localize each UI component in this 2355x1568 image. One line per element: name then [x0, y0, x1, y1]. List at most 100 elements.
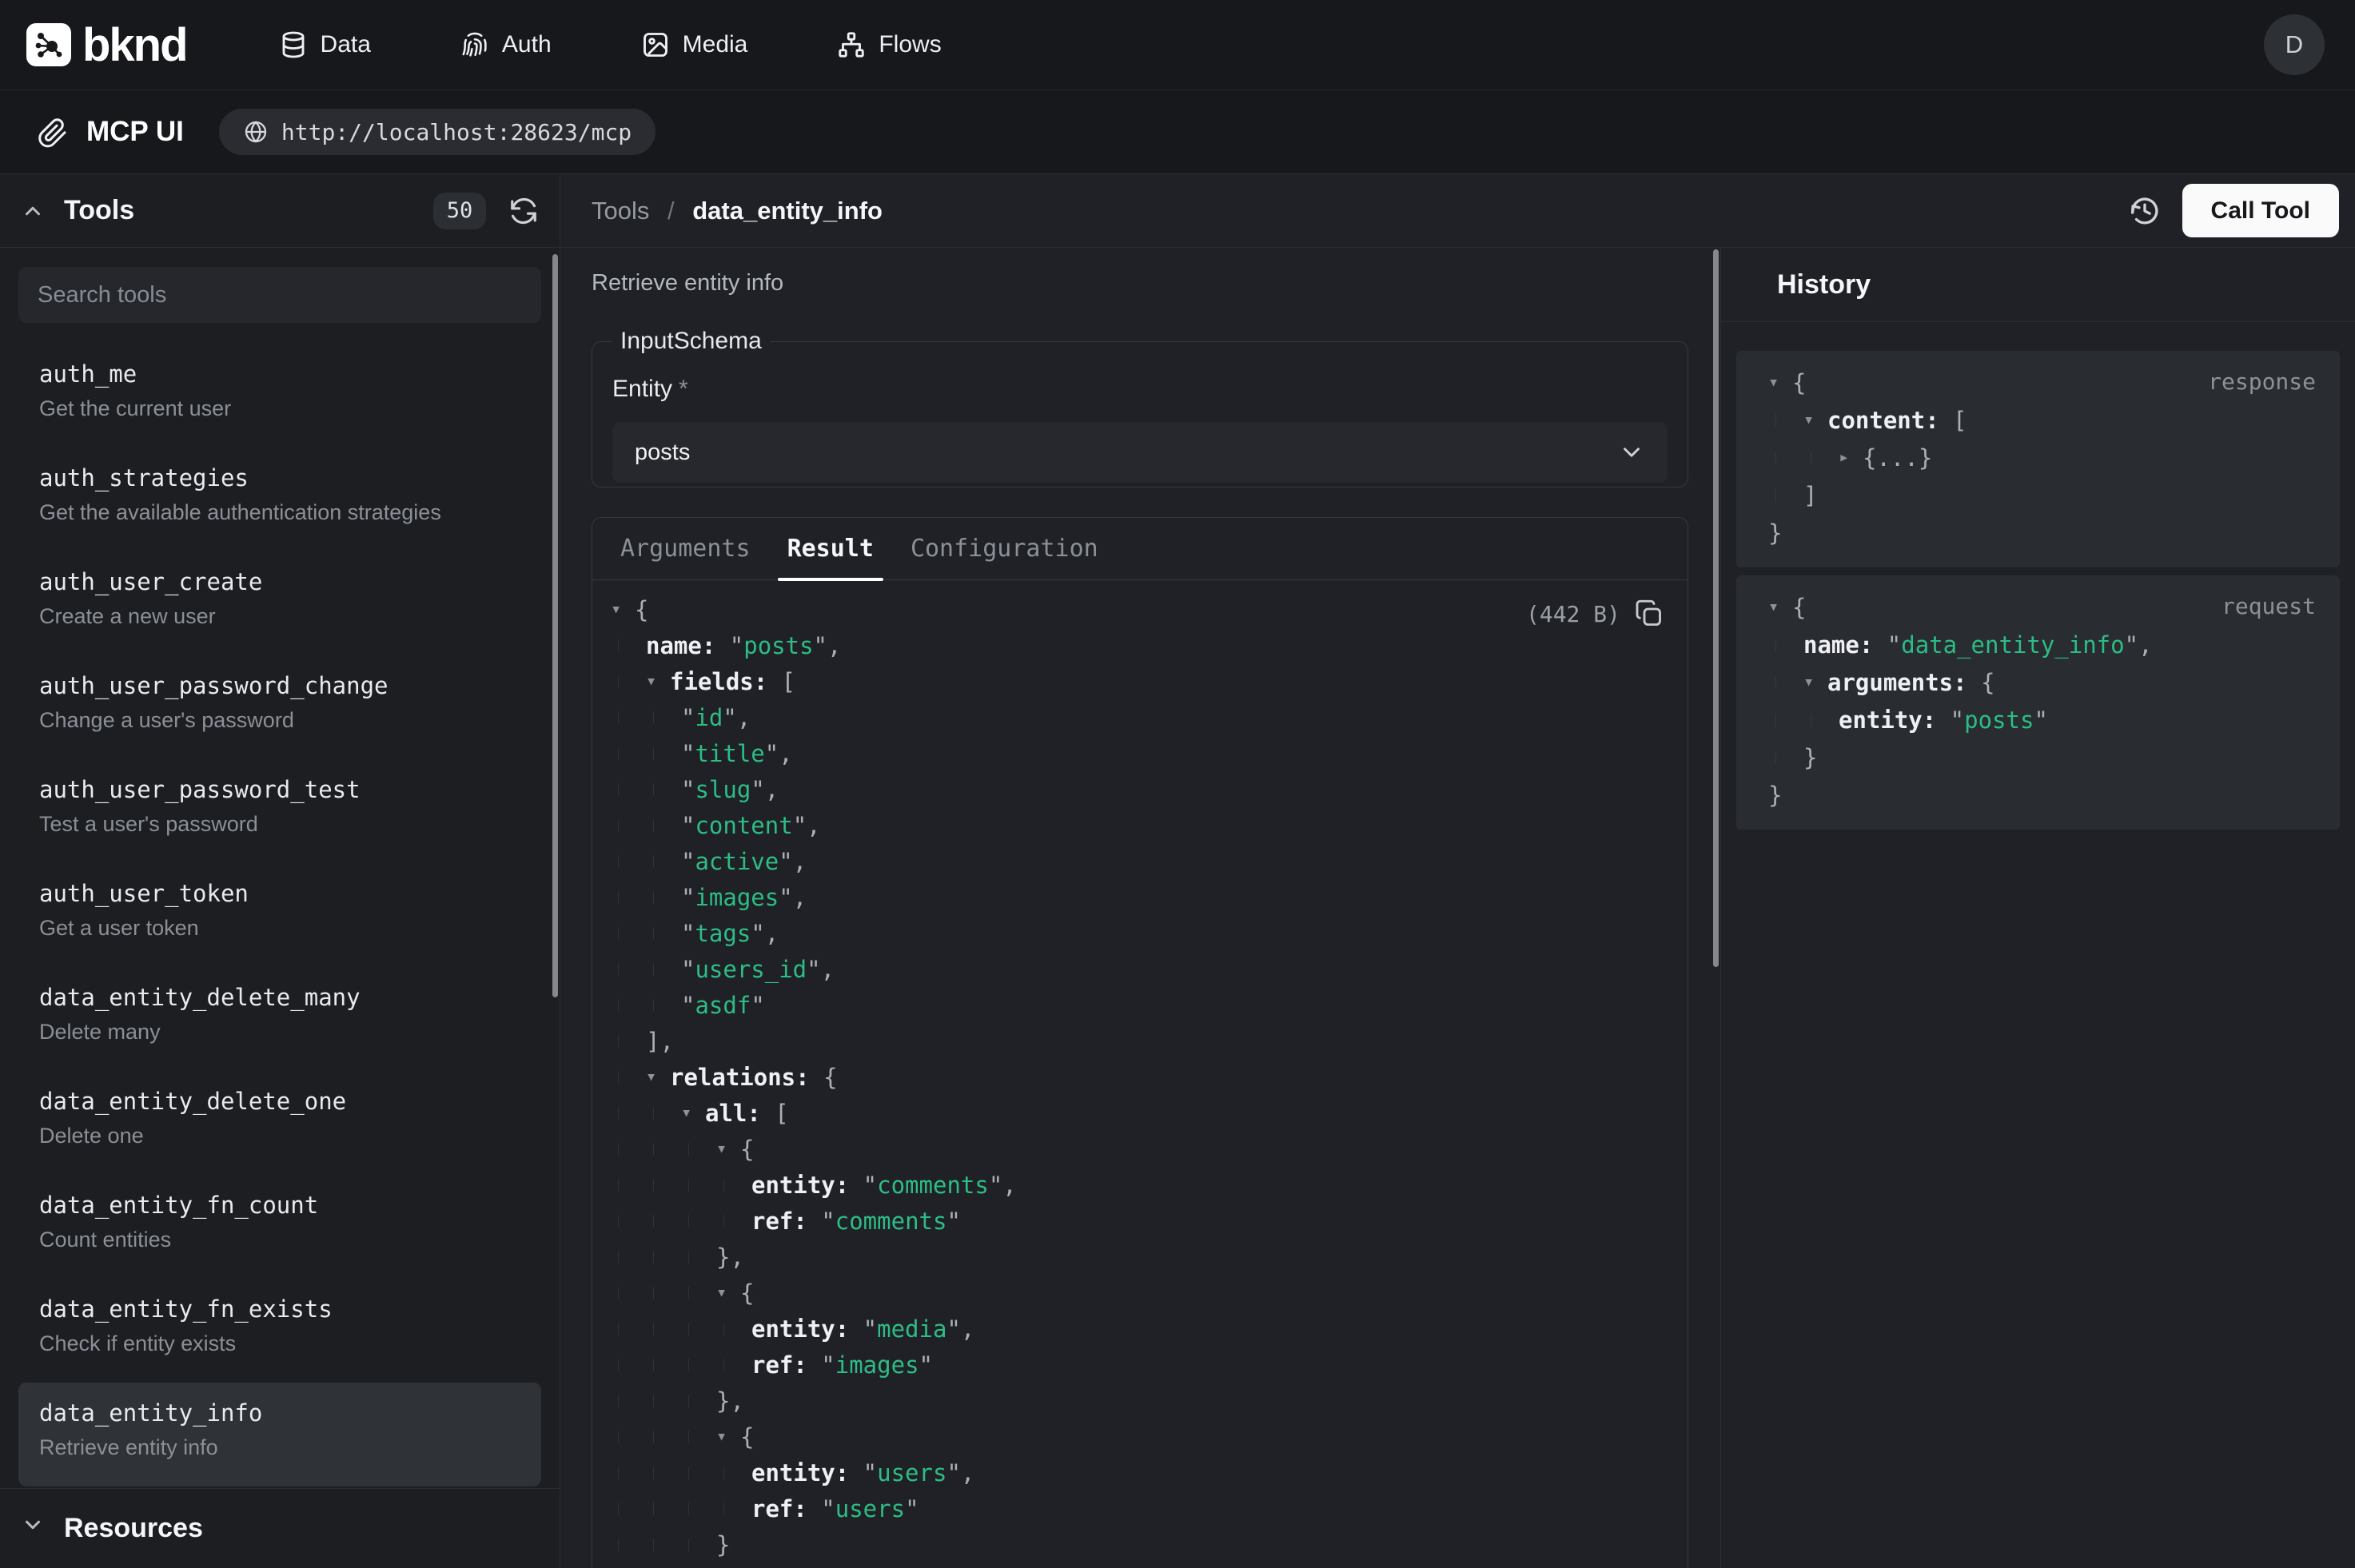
nav-item-media[interactable]: Media	[641, 30, 748, 59]
history-json-line: }	[1768, 514, 2340, 551]
avatar-letter: D	[2285, 30, 2303, 59]
tool-name: data_entity_info	[39, 1399, 520, 1427]
collapsed-triangle-icon[interactable]: ▸	[1839, 448, 1863, 468]
result-json-line: "users_id",	[611, 951, 1688, 987]
sidebar-item-data_entity_delete_one[interactable]: data_entity_delete_oneDelete one	[18, 1071, 541, 1175]
tabs-row: Arguments Result Configuration	[592, 518, 1688, 580]
call-tool-button[interactable]: Call Tool	[2182, 184, 2339, 237]
history-icon[interactable]	[2128, 194, 2162, 228]
history-entry-request[interactable]: request▾{name: "data_entity_info",▾argum…	[1736, 575, 2340, 830]
tool-description: Get the current user	[39, 395, 520, 422]
history-json-line: ▾content: [	[1768, 401, 2340, 439]
history-body: response▾{▾content: [▸{...}]}request▾{na…	[1721, 322, 2355, 830]
breadcrumb-separator: /	[667, 197, 675, 225]
result-json-line: "tags",	[611, 915, 1688, 951]
result-json-line: ▾relations: {	[611, 1059, 1688, 1095]
top-navigation: bknd Data Auth Media Flows D	[0, 0, 2355, 90]
globe-icon	[243, 119, 269, 145]
entity-field-label: Entity*	[612, 376, 1668, 403]
tool-description: Change a user's password	[39, 706, 520, 734]
result-json-line: "content",	[611, 807, 1688, 843]
search-input[interactable]	[18, 267, 541, 323]
tool-name: auth_user_password_test	[39, 775, 520, 804]
tab-result[interactable]: Result	[778, 518, 883, 580]
expand-triangle-icon[interactable]: ▾	[611, 599, 635, 619]
result-json-line: "id",	[611, 699, 1688, 735]
bknd-logo-icon	[26, 23, 71, 66]
history-panel: History response▾{▾content: [▸{...}]}req…	[1721, 248, 2355, 1568]
expand-triangle-icon[interactable]: ▾	[716, 1427, 740, 1447]
result-json-line: }	[611, 1526, 1688, 1562]
expand-triangle-icon[interactable]: ▾	[716, 1283, 740, 1303]
expand-triangle-icon[interactable]: ▾	[716, 1139, 740, 1159]
sidebar-scrollbar[interactable]	[552, 254, 558, 997]
resources-section-header[interactable]: Resources	[0, 1488, 560, 1568]
tool-description: Get the available authentication strateg…	[39, 499, 520, 526]
expand-triangle-icon[interactable]: ▾	[1803, 410, 1827, 430]
tool-name: data_entity_fn_exists	[39, 1295, 520, 1323]
tab-arguments[interactable]: Arguments	[611, 518, 760, 580]
result-json-line: entity: "media",	[611, 1311, 1688, 1347]
history-entry-label: request	[2222, 593, 2316, 619]
result-json-line: ▾{	[611, 1275, 1688, 1311]
main-scrollbar[interactable]	[1713, 249, 1719, 967]
result-json-line: "slug",	[611, 771, 1688, 807]
copy-icon[interactable]	[1635, 599, 1664, 628]
tool-name: data_entity_delete_many	[39, 983, 520, 1012]
content-region: Tools / data_entity_info Call Tool Retri…	[560, 174, 2355, 1568]
entity-select[interactable]: posts	[612, 422, 1668, 483]
flow-icon	[837, 30, 866, 59]
tool-description: Check if entity exists	[39, 1330, 520, 1357]
sidebar-item-auth_user_password_change[interactable]: auth_user_password_changeChange a user's…	[18, 655, 541, 759]
nav-item-data[interactable]: Data	[279, 30, 371, 59]
sidebar-item-data_entity_delete_many[interactable]: data_entity_delete_manyDelete many	[18, 967, 541, 1071]
breadcrumb-parent[interactable]: Tools	[592, 197, 649, 225]
tab-configuration[interactable]: Configuration	[901, 518, 1108, 580]
sidebar-item-data_entity_info[interactable]: data_entity_infoRetrieve entity info	[18, 1383, 541, 1486]
result-json-line: "asdf"	[611, 987, 1688, 1023]
tool-description: Create a new user	[39, 603, 520, 630]
mcp-url-pill[interactable]: http://localhost:28623/mcp	[219, 109, 655, 155]
expand-triangle-icon[interactable]: ▾	[1803, 672, 1827, 692]
nav-item-flows[interactable]: Flows	[837, 30, 941, 59]
expand-triangle-icon[interactable]: ▾	[681, 1103, 705, 1123]
tool-name: auth_user_token	[39, 879, 520, 908]
result-json-viewer: (442 B) ▾{name: "posts",▾fields: ["id","…	[592, 580, 1688, 1568]
expand-triangle-icon[interactable]: ▾	[646, 671, 670, 691]
tools-sidebar: Tools 50 auth_meGet the current userauth…	[0, 174, 560, 1568]
chevron-down-icon	[1618, 439, 1645, 466]
sidebar-item-data_entity_fn_exists[interactable]: data_entity_fn_exists Check if entity exi…	[18, 1279, 541, 1383]
tool-description: Retrieve entity info	[592, 270, 783, 296]
tool-list: auth_meGet the current userauth_strategi…	[0, 344, 560, 1486]
mcp-bar: MCP UI http://localhost:28623/mcp	[0, 90, 2355, 174]
resources-title: Resources	[64, 1513, 203, 1544]
image-icon	[641, 30, 670, 59]
sidebar-item-data_entity_fn_count[interactable]: data_entity_fn_countCount entities	[18, 1175, 541, 1279]
sidebar-item-auth_user_create[interactable]: auth_user_createCreate a new user	[18, 551, 541, 655]
sidebar-item-auth_user_token[interactable]: auth_user_token Get a user token	[18, 863, 541, 967]
tools-header[interactable]: Tools 50	[0, 174, 560, 248]
main-header: Tools / data_entity_info Call Tool	[560, 174, 2355, 248]
nav-label: Data	[321, 31, 371, 58]
sidebar-item-auth_me[interactable]: auth_meGet the current user	[18, 344, 541, 448]
nav-items: Data Auth Media Flows	[279, 30, 942, 59]
result-meta: (442 B)	[1526, 599, 1664, 628]
nav-label: Auth	[502, 31, 552, 58]
tool-description: Get a user token	[39, 914, 520, 941]
result-json-line: "title",	[611, 735, 1688, 771]
refresh-button[interactable]	[508, 196, 539, 226]
result-json-line: ▾all: [	[611, 1095, 1688, 1131]
result-json-line: ref: "users"	[611, 1490, 1688, 1526]
nav-item-auth[interactable]: Auth	[460, 30, 552, 59]
user-avatar[interactable]: D	[2264, 14, 2325, 75]
expand-triangle-icon[interactable]: ▾	[646, 1067, 670, 1087]
bknd-logo[interactable]: bknd	[26, 18, 187, 72]
history-header: History	[1721, 248, 2355, 322]
sidebar-item-auth_strategies[interactable]: auth_strategiesGet the available authent…	[18, 448, 541, 551]
history-json-line: ▸{...}	[1768, 439, 2340, 476]
history-entry-response[interactable]: response▾{▾content: [▸{...}]}	[1736, 351, 2340, 567]
search-wrap	[0, 248, 560, 323]
expand-triangle-icon[interactable]: ▾	[1768, 372, 1792, 392]
sidebar-item-auth_user_password_test[interactable]: auth_user_password_testTest a user's pas…	[18, 759, 541, 863]
expand-triangle-icon[interactable]: ▾	[1768, 597, 1792, 617]
